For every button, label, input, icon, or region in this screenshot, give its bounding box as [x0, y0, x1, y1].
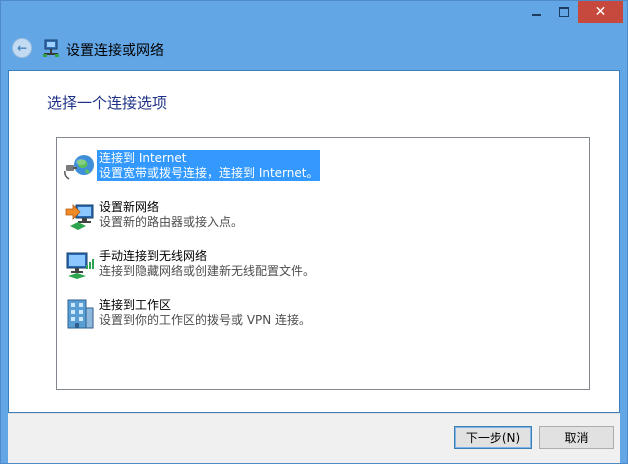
option-text: 连接到 Internet 设置宽带或拨号连接，连接到 Internet。: [97, 150, 321, 181]
globe-network-icon: [64, 155, 94, 180]
page-heading: 选择一个连接选项: [47, 94, 168, 112]
network-setup-icon: [43, 39, 59, 57]
option-text: 设置新网络 设置新的路由器或接入点。: [97, 199, 245, 230]
close-button[interactable]: ✕: [578, 1, 623, 23]
option-title: 连接到 Internet: [99, 151, 187, 165]
cancel-button[interactable]: 取消: [539, 426, 614, 449]
content-panel: 选择一个连接选项 连接到 Internet 设置宽带或拨号连接，连接到 Inte…: [8, 70, 620, 413]
dialog-window: ✕ ← 设置连接或网络 选择一个连接选项 连接到 Internet 设置宽带或拨…: [0, 0, 628, 464]
option-text: 手动连接到无线网络 连接到隐藏网络或创建新无线配置文件。: [97, 248, 317, 279]
connection-options-list[interactable]: 连接到 Internet 设置宽带或拨号连接，连接到 Internet。 设置新…: [56, 137, 590, 390]
maximize-icon: [559, 7, 569, 17]
option-description: 设置到你的工作区的拨号或 VPN 连接。: [99, 313, 312, 327]
close-icon: ✕: [594, 4, 607, 20]
option-title: 手动连接到无线网络: [99, 249, 208, 263]
option-text: 连接到工作区 设置到你的工作区的拨号或 VPN 连接。: [97, 297, 313, 328]
option-title: 连接到工作区: [99, 298, 172, 312]
window-title: 设置连接或网络: [66, 43, 164, 59]
button-bar: 下一步(N) 取消: [8, 413, 620, 463]
minimize-button[interactable]: [522, 1, 550, 23]
wireless-network-icon: [66, 252, 94, 279]
back-arrow-icon: ←: [16, 41, 28, 55]
new-network-icon: [65, 204, 94, 230]
minimize-icon: [531, 14, 541, 16]
option-description: 设置新的路由器或接入点。: [99, 215, 244, 229]
back-button[interactable]: ←: [12, 38, 32, 58]
next-button[interactable]: 下一步(N): [454, 426, 532, 449]
wizard-header: ← 设置连接或网络: [1, 31, 627, 67]
option-description: 连接到隐藏网络或创建新无线配置文件。: [99, 264, 316, 278]
option-description: 设置宽带或拨号连接，连接到 Internet。: [99, 166, 319, 180]
workplace-icon: [67, 299, 94, 329]
title-bar[interactable]: ✕: [1, 1, 627, 31]
option-title: 设置新网络: [99, 200, 160, 214]
maximize-button[interactable]: [550, 1, 578, 23]
